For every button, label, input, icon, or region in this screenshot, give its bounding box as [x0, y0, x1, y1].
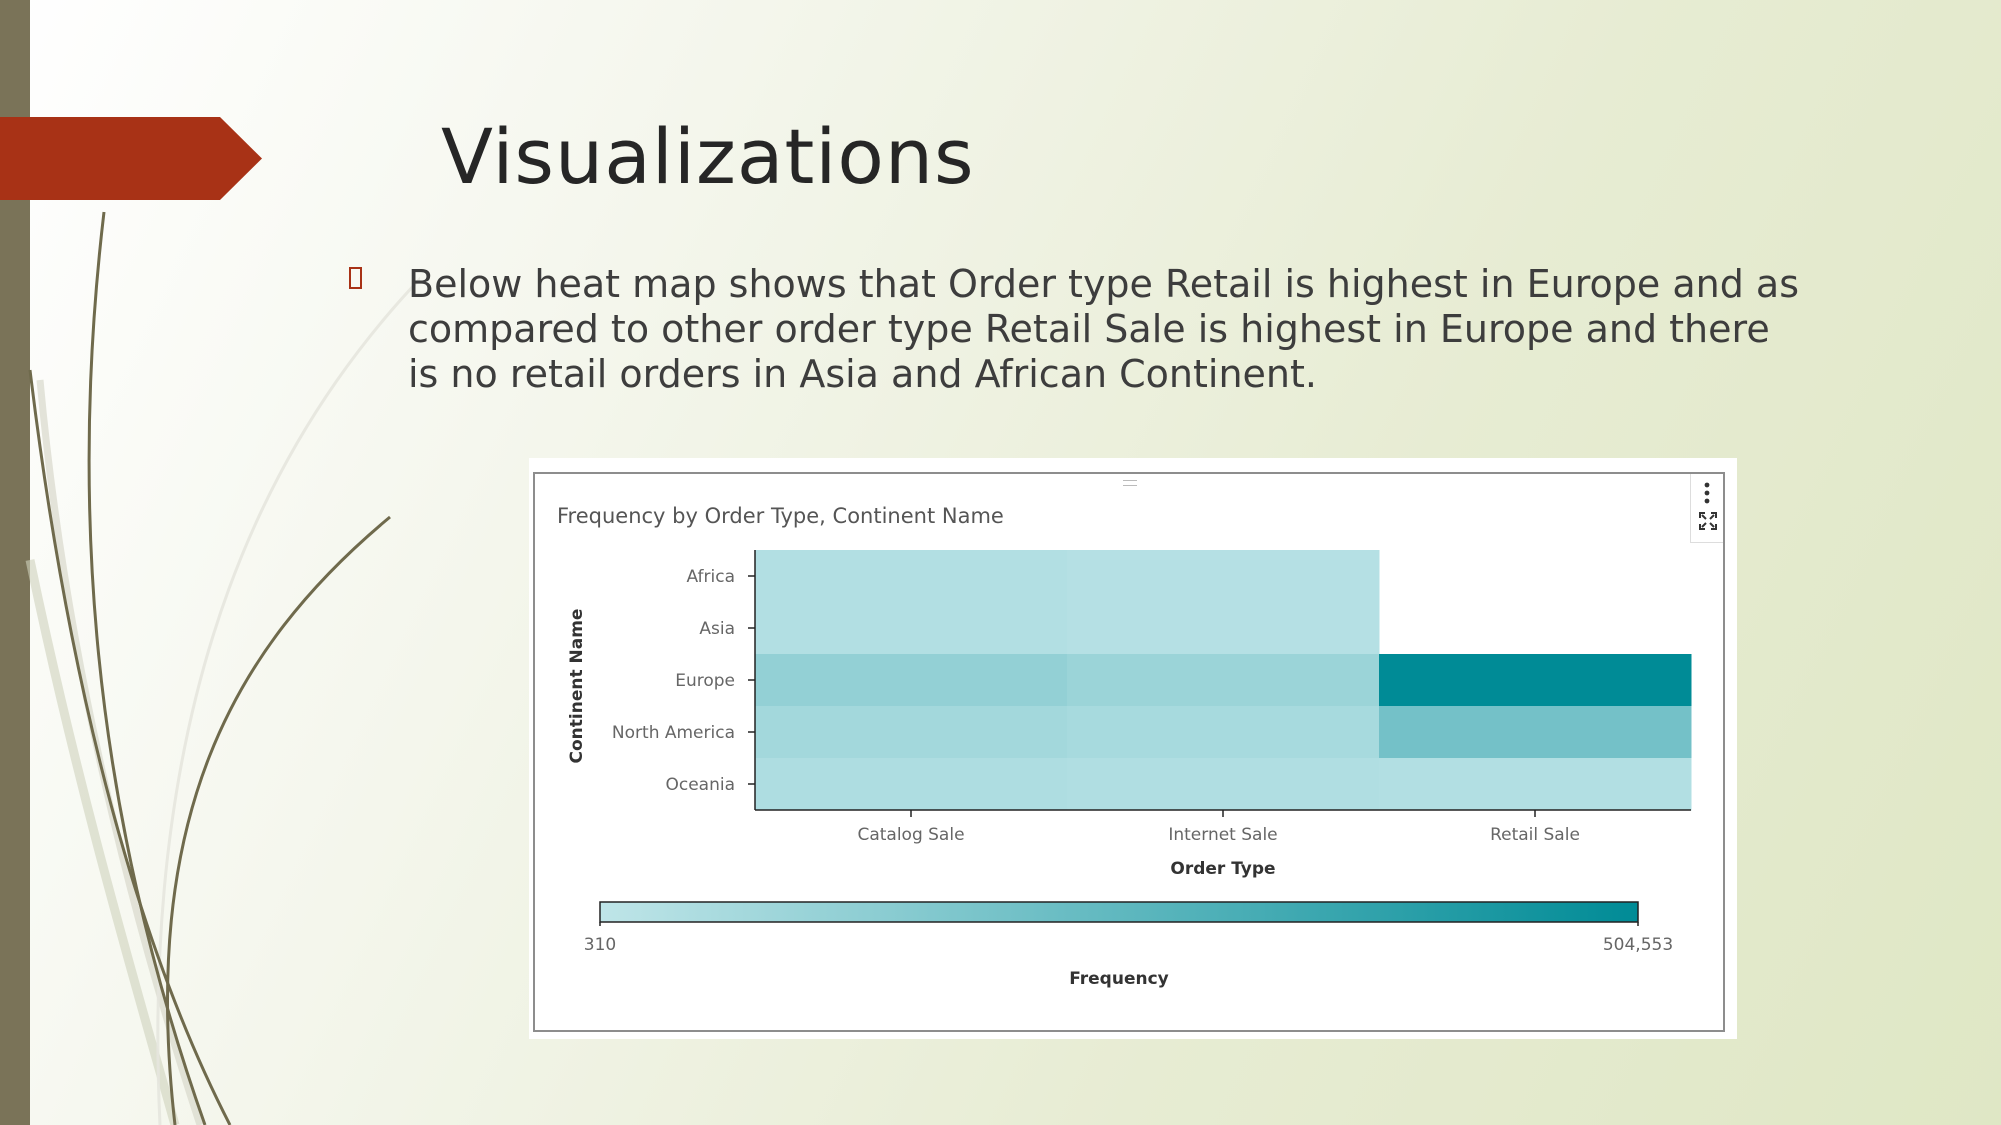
- y-axis-title: Continent Name: [567, 609, 587, 764]
- x-tick-label: Catalog Sale: [857, 825, 964, 845]
- heatmap-cell: [755, 758, 1068, 811]
- legend-min-label: 310: [584, 935, 616, 955]
- x-tick-label: Retail Sale: [1490, 825, 1580, 845]
- heatmap-cell: [755, 706, 1068, 759]
- heatmap-cell: [755, 550, 1068, 603]
- slide-title: Visualizations: [441, 112, 975, 201]
- heatmap-cell: [1379, 654, 1692, 707]
- legend-max-label: 504,553: [1603, 935, 1673, 955]
- heatmap-plot: Africa Asia Europe North America Oceania Cata…: [567, 550, 1692, 989]
- heatmap-cell: [1379, 706, 1692, 759]
- heatmap-cell: [1379, 758, 1692, 811]
- heatmap-cell: [755, 602, 1068, 655]
- y-tick-label: Oceania: [665, 775, 735, 795]
- y-tick-label: North America: [612, 723, 735, 743]
- y-tick-label: Asia: [699, 619, 735, 639]
- heatmap-cell: [755, 654, 1068, 707]
- x-axis-title: Order Type: [1170, 859, 1275, 879]
- heatmap-cell: [1067, 654, 1380, 707]
- slide-body-text: Below heat map shows that Order type Ret…: [408, 262, 1799, 396]
- red-arrow-banner: [0, 117, 262, 200]
- legend-gradient-bar: [599, 901, 1639, 923]
- heatmap-cell: [1067, 706, 1380, 759]
- heatmap-cell: [1067, 550, 1380, 603]
- y-tick-label: Africa: [687, 567, 736, 587]
- square-bullet-icon: [349, 267, 362, 289]
- heatmap-panel: Frequency by Order Type, Continent Name …: [533, 472, 1725, 1032]
- heatmap-cell: [1067, 758, 1380, 811]
- x-tick-label: Internet Sale: [1168, 825, 1277, 845]
- heatmap-cell: [1067, 602, 1380, 655]
- chart-frame: Frequency by Order Type, Continent Name …: [529, 458, 1737, 1039]
- y-tick-label: Europe: [675, 671, 735, 691]
- legend-title: Frequency: [1069, 969, 1169, 989]
